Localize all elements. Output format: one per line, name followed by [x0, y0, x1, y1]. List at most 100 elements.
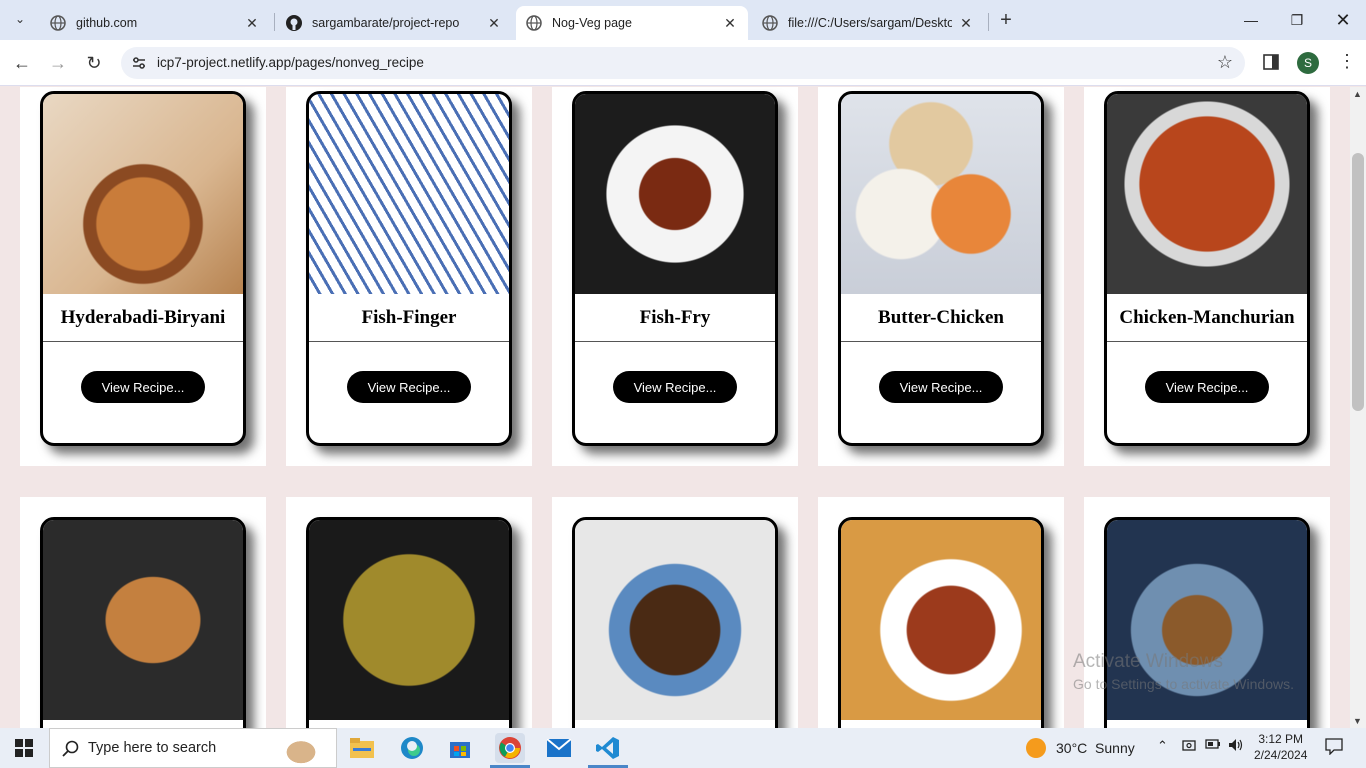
vscode-icon[interactable] — [593, 733, 623, 763]
tab-local-file[interactable]: file:///C:/Users/sargam/Desktop ✕ — [752, 6, 984, 40]
watermark-title: Activate Windows — [1073, 651, 1223, 672]
new-tab-plus-icon[interactable]: + — [994, 8, 1018, 32]
site-settings-icon[interactable] — [131, 55, 147, 71]
tab-title: Nog-Veg page — [552, 16, 632, 30]
recipe-cell — [552, 497, 798, 728]
recipe-card: Fish-Finger View Recipe... — [306, 91, 512, 446]
biryani-image — [43, 94, 243, 294]
file-explorer-icon[interactable] — [347, 733, 377, 763]
chicken-fry-image — [841, 520, 1041, 720]
weather-text: 30°C Sunny — [1056, 740, 1135, 756]
page-viewport: Hyderabadi-Biryani View Recipe... Fish-F… — [0, 87, 1350, 728]
globe-icon — [762, 15, 778, 31]
search-icon — [62, 740, 80, 763]
recipe-cell — [286, 497, 532, 728]
more-menu-icon[interactable]: ⋮ — [1338, 51, 1356, 72]
clock-date: 2/24/2024 — [1254, 748, 1308, 762]
taskbar-search-box[interactable]: Type here to search — [49, 728, 337, 768]
bookmark-star-icon[interactable]: ☆ — [1217, 52, 1233, 73]
egg-curry-image — [575, 520, 775, 720]
tab-title: github.com — [76, 16, 138, 30]
tab-github[interactable]: github.com ✕ — [40, 6, 270, 40]
microsoft-store-icon[interactable] — [445, 733, 475, 763]
recipe-card: Fish-Fry View Recipe... — [572, 91, 778, 446]
tab-project-repo[interactable]: sargambarate/project-repo ✕ — [276, 6, 512, 40]
recipe-title: Chicken-Manchurian — [1107, 294, 1307, 342]
sun-icon — [1026, 738, 1046, 758]
fish-finger-image — [309, 94, 509, 294]
green-fish-curry-image — [309, 520, 509, 720]
weather-widget[interactable]: 30°C Sunny — [1026, 738, 1135, 758]
window-close-icon[interactable]: ✕ — [1320, 0, 1366, 40]
restore-icon[interactable]: ❐ — [1274, 0, 1320, 40]
notification-icon[interactable] — [1325, 737, 1343, 758]
windows-taskbar: Type here to search 30°C Sunny ⌃ 3:12 PM… — [0, 728, 1366, 768]
chrome-icon[interactable] — [495, 733, 525, 763]
recipe-title: Hyderabadi-Biryani — [43, 294, 243, 342]
recipe-card: Chicken-Manchurian View Recipe... — [1104, 91, 1310, 446]
butter-chicken-image — [841, 94, 1041, 294]
view-recipe-button[interactable]: View Recipe... — [613, 371, 737, 403]
browser-toolbar: ← → ↻ icp7-project.netlify.app/pages/non… — [0, 40, 1366, 86]
recipe-title: Fish-Fry — [575, 294, 775, 342]
forward-arrow-icon[interactable]: → — [45, 50, 71, 76]
recipe-card — [838, 517, 1044, 728]
scrollbar-thumb[interactable] — [1352, 153, 1364, 411]
tab-title: sargambarate/project-repo — [312, 16, 460, 30]
watermark-subtitle: Go to Settings to activate Windows. — [1073, 676, 1294, 692]
recipe-card — [40, 517, 246, 728]
windows-start-icon[interactable] — [0, 728, 48, 768]
close-icon[interactable]: ✕ — [244, 15, 260, 32]
scroll-down-arrow-icon[interactable]: ▼ — [1353, 716, 1362, 726]
profile-avatar[interactable]: S — [1297, 52, 1319, 74]
page-scrollbar[interactable]: ▲ ▼ — [1350, 87, 1366, 728]
close-icon[interactable]: ✕ — [958, 15, 974, 32]
tray-chevron-up-icon[interactable]: ⌃ — [1157, 738, 1168, 754]
minimize-icon[interactable]: — — [1228, 0, 1274, 40]
github-icon — [286, 15, 302, 31]
recipe-cell: Fish-Fry View Recipe... — [552, 87, 798, 466]
url-text[interactable]: icp7-project.netlify.app/pages/nonveg_re… — [157, 55, 424, 70]
tab-search-chevron-icon[interactable]: ⌄ — [8, 7, 32, 31]
recipe-cell: Butter-Chicken View Recipe... — [818, 87, 1064, 466]
side-panel-icon[interactable] — [1262, 53, 1280, 71]
close-icon[interactable]: ✕ — [722, 15, 738, 32]
close-icon[interactable]: ✕ — [486, 15, 502, 32]
back-arrow-icon[interactable]: ← — [9, 50, 35, 76]
recipe-card — [306, 517, 512, 728]
meet-now-icon[interactable] — [1182, 738, 1196, 755]
tab-nonveg-page[interactable]: Nog-Veg page ✕ — [516, 6, 748, 40]
recipe-card: Butter-Chicken View Recipe... — [838, 91, 1044, 446]
recipe-cell — [1084, 497, 1330, 728]
recipe-title: Butter-Chicken — [841, 294, 1041, 342]
reload-icon[interactable]: ↻ — [81, 50, 107, 76]
view-recipe-button[interactable]: View Recipe... — [879, 371, 1003, 403]
globe-icon — [526, 15, 542, 31]
tab-strip: ⌄ github.com ✕ sargambarate/project-repo… — [0, 0, 1366, 40]
recipe-card — [1104, 517, 1310, 728]
tab-title: file:///C:/Users/sargam/Desktop — [788, 16, 952, 30]
view-recipe-button[interactable]: View Recipe... — [1145, 371, 1269, 403]
edge-browser-icon[interactable] — [397, 733, 427, 763]
activate-windows-watermark: Activate Windows Go to Settings to activ… — [1073, 651, 1294, 692]
recipe-title: Fish-Finger — [309, 294, 509, 342]
system-clock[interactable]: 3:12 PM 2/24/2024 — [1254, 731, 1307, 763]
recipe-cell: Hyderabadi-Biryani View Recipe... — [20, 87, 266, 466]
battery-icon[interactable] — [1205, 738, 1221, 753]
mail-icon[interactable] — [544, 733, 574, 763]
view-recipe-button[interactable]: View Recipe... — [347, 371, 471, 403]
address-bar[interactable]: icp7-project.netlify.app/pages/nonveg_re… — [121, 47, 1245, 79]
globe-icon — [50, 15, 66, 31]
recipe-card: Hyderabadi-Biryani View Recipe... — [40, 91, 246, 446]
recipe-cell: Chicken-Manchurian View Recipe... — [1084, 87, 1330, 466]
search-placeholder: Type here to search — [88, 740, 217, 756]
recipe-cell — [20, 497, 266, 728]
recipe-cell — [818, 497, 1064, 728]
clock-time: 3:12 PM — [1258, 732, 1304, 746]
view-recipe-button[interactable]: View Recipe... — [81, 371, 205, 403]
search-highlight-icon — [276, 733, 326, 765]
chicken-manchurian-image — [1107, 94, 1307, 294]
scroll-up-arrow-icon[interactable]: ▲ — [1353, 89, 1362, 99]
fish-fry-image — [575, 94, 775, 294]
volume-icon[interactable] — [1228, 738, 1244, 755]
